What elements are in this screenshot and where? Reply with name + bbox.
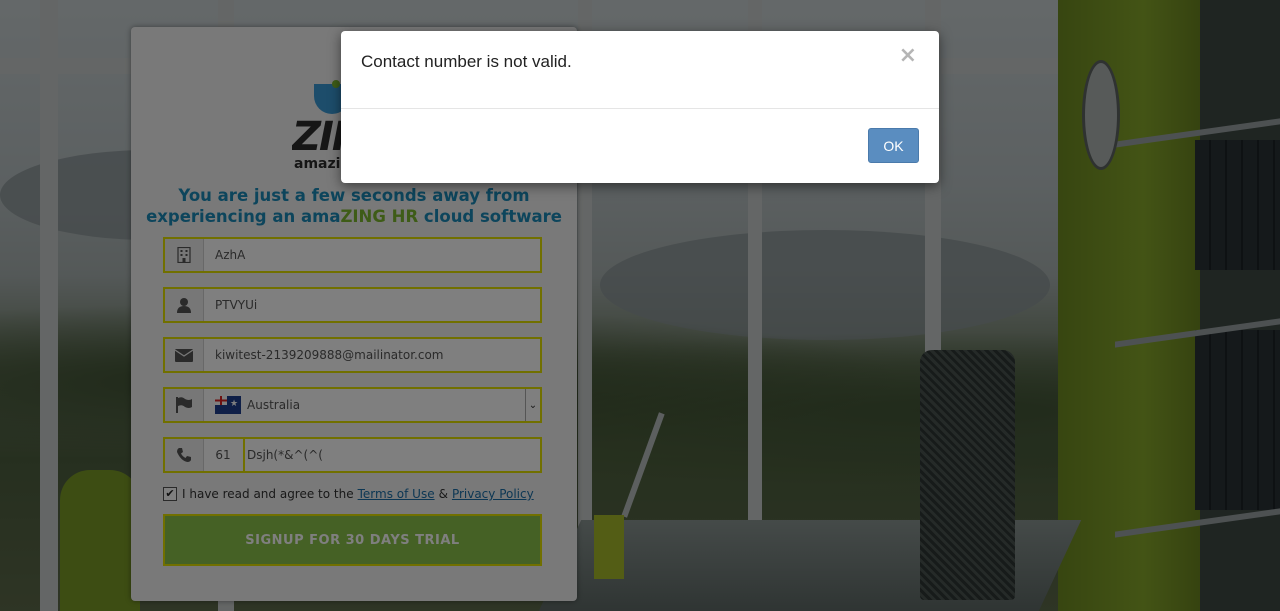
ok-button[interactable]: OK: [868, 128, 919, 163]
dialog-message: Contact number is not valid.: [361, 52, 572, 71]
dialog-header: Contact number is not valid. ×: [341, 31, 939, 109]
close-icon[interactable]: ×: [899, 43, 917, 68]
alert-dialog: Contact number is not valid. × OK: [341, 31, 939, 183]
